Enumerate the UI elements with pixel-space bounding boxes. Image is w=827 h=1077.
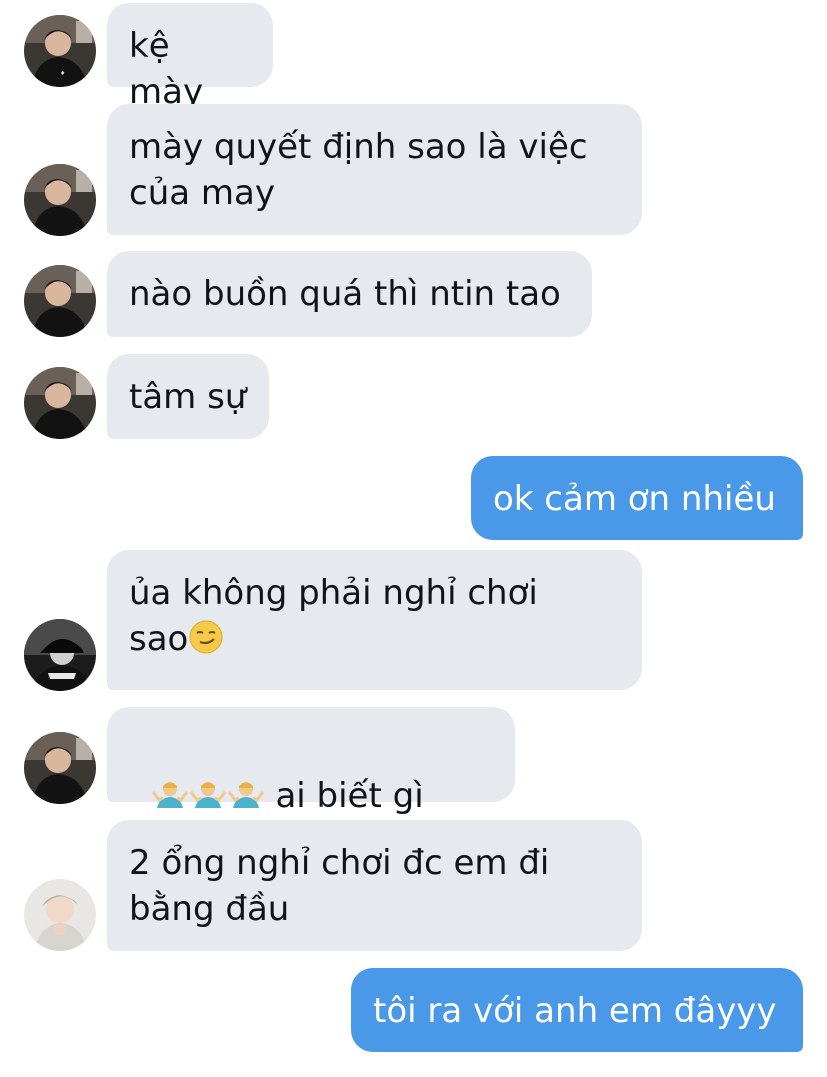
avatar-friend-a[interactable]: ♦ (24, 15, 96, 87)
avatar-friend-b[interactable] (24, 619, 96, 691)
avatar-friend-a[interactable] (24, 265, 96, 337)
message-bubble-outgoing[interactable]: ok cảm ơn nhiều (471, 456, 803, 540)
smirking-face-icon (188, 619, 224, 667)
person-shrugging-icon (189, 778, 227, 824)
avatar-photo-icon (24, 367, 96, 439)
message-bubble-incoming[interactable]: 2 ổng nghỉ chơi đc em đi bằng đầu (107, 820, 642, 951)
message-bubble-incoming[interactable]: ai biết gì đâu (107, 707, 515, 867)
svg-text:♦: ♦ (60, 70, 65, 77)
avatar-photo-icon (24, 732, 96, 804)
person-shrugging-icon (151, 778, 189, 824)
avatar-photo-icon (24, 265, 96, 337)
avatar-photo-icon (24, 619, 96, 691)
avatar-photo-icon (24, 879, 96, 951)
person-shrugging-icon (227, 778, 265, 824)
avatar-friend-a[interactable] (24, 164, 96, 236)
message-bubble-incoming[interactable]: nào buồn quá thì ntin tao (107, 251, 592, 337)
avatar-photo-icon (24, 164, 96, 236)
message-bubble-incoming[interactable]: tâm sự (107, 354, 269, 439)
avatar-friend-c[interactable] (24, 879, 96, 951)
avatar-friend-a[interactable] (24, 367, 96, 439)
message-bubble-incoming[interactable]: mày quyết định sao là việc của may (107, 104, 642, 235)
avatar-photo-icon: ♦ (24, 15, 96, 87)
chat-screen: { "messages": [ {"sender": "friend_a", "… (0, 0, 827, 1077)
avatar-friend-a[interactable] (24, 732, 96, 804)
emoji-group (151, 776, 265, 816)
message-bubble-incoming[interactable]: ủa không phải nghỉ chơi sao (107, 550, 642, 690)
message-bubble-outgoing[interactable]: tôi ra với anh em đâyyy (351, 968, 803, 1052)
message-bubble-incoming[interactable]: kệ mày (107, 3, 273, 112)
